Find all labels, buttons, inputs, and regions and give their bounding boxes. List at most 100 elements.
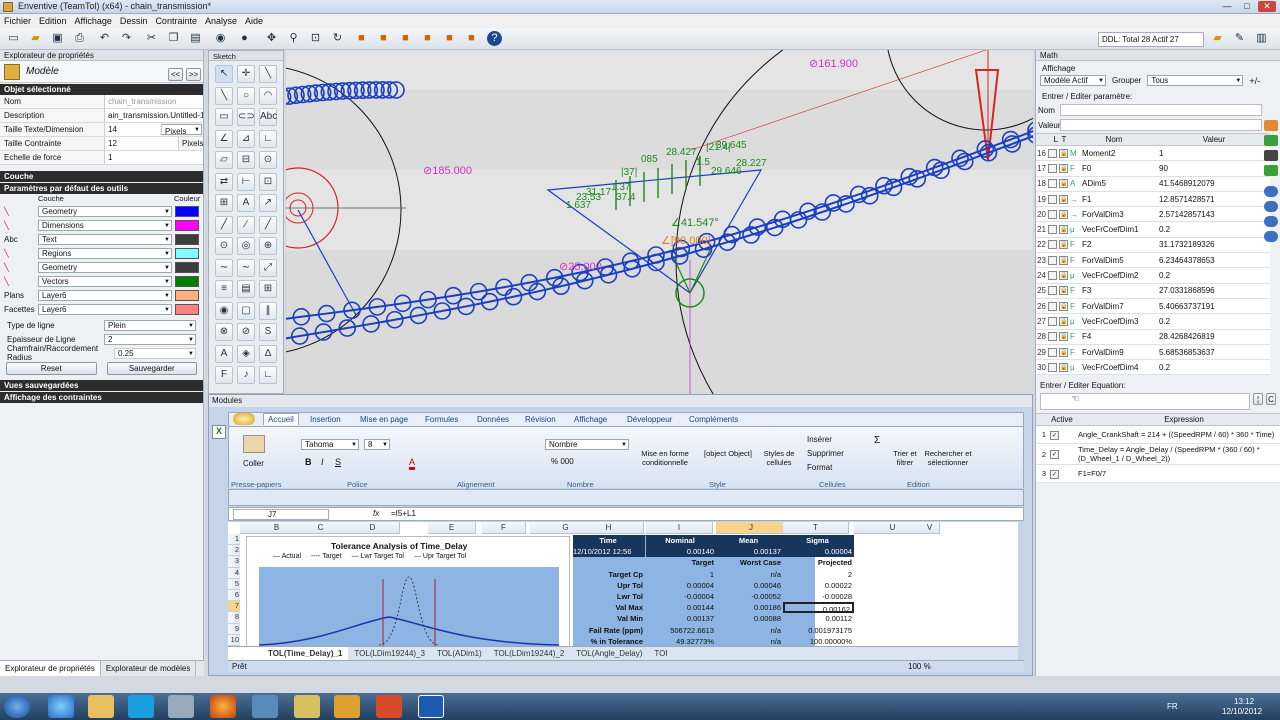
lock-icon[interactable]: 🔒	[1059, 271, 1068, 281]
sheet-tab[interactable]: TOL(Angle_Delay)	[570, 647, 648, 660]
add-param-icon[interactable]: +/-	[1249, 76, 1260, 86]
paste-button[interactable]: Coller	[243, 459, 264, 468]
checkbox[interactable]	[1048, 209, 1057, 219]
param-row[interactable]: 25 🔒 F F3 27.0331868596	[1036, 283, 1270, 299]
param-row[interactable]: 24 🔒 μ VecFrCoefDim2 0.2	[1036, 268, 1270, 284]
open-folder-icon[interactable]: ▰	[28, 31, 43, 46]
sketch-tool-icon[interactable]: ✛	[237, 65, 255, 83]
sketch-tool-icon[interactable]: ⊕	[259, 237, 277, 255]
color-swatch[interactable]	[175, 289, 199, 301]
equation-row[interactable]: 1 ✓ Angle_CrankShaft = 214 + ((SpeedRPM / …	[1036, 426, 1280, 444]
explorer-icon[interactable]	[88, 695, 114, 718]
cut-icon[interactable]: ✂	[144, 31, 159, 46]
record-icon[interactable]: ◉	[213, 31, 228, 46]
table-cell[interactable]: Val Max	[573, 602, 645, 613]
skype-icon[interactable]	[128, 695, 154, 718]
layer-section[interactable]: Couche	[0, 171, 203, 182]
maximize-button[interactable]: □	[1238, 1, 1256, 12]
sketch-tool-icon[interactable]: ∟	[259, 366, 277, 384]
outlook-icon[interactable]	[252, 695, 278, 718]
force-dimension[interactable]: |37|	[621, 167, 637, 178]
table-cell[interactable]: n/a	[716, 625, 783, 636]
sketch-tool-icon[interactable]: ∕	[237, 215, 255, 234]
layer-select[interactable]: Dimensions	[38, 219, 172, 231]
lock-icon[interactable]: 🔒	[1059, 225, 1068, 235]
equation-expression[interactable]: F1=F0/7	[1076, 468, 1280, 479]
tolerance-chart[interactable]: Tolerance Analysis of Time_Delay — Actual…	[246, 536, 570, 646]
force-dimension[interactable]: 085	[641, 154, 658, 165]
cell-styles-button[interactable]: Styles de cellules	[761, 433, 797, 467]
save-defaults-button[interactable]: Sauvegarder	[106, 362, 197, 375]
zoom-level[interactable]: 100 %	[908, 662, 931, 671]
column-header[interactable]: V	[920, 522, 940, 534]
checkbox[interactable]	[1048, 347, 1057, 357]
param-row[interactable]: 28 🔒 F F4 28.4268426819	[1036, 329, 1270, 345]
row-header[interactable]: 6	[228, 590, 240, 602]
table-cell[interactable]: -0.00028	[783, 591, 854, 602]
layer-select[interactable]: Text	[38, 233, 172, 245]
lock-icon[interactable]: 🔒	[1059, 347, 1068, 357]
underline-button[interactable]: S	[335, 457, 341, 467]
sketch-tool-icon[interactable]: ⊿	[237, 129, 255, 148]
table-cell[interactable]: n/a	[716, 569, 783, 580]
color-swatch[interactable]	[175, 261, 199, 273]
format-cells-button[interactable]: Format	[807, 463, 832, 472]
sheet-tab[interactable]: TOL(LDim19244)_2	[488, 647, 571, 660]
sketch-tool-icon[interactable]: ⊞	[215, 194, 233, 212]
ribbon-tab-revision[interactable]: Révision	[525, 415, 556, 424]
selected-object-section[interactable]: Objet sélectionné	[0, 84, 203, 95]
param-value[interactable]: 0.2	[1156, 225, 1270, 234]
enventive-icon[interactable]	[334, 695, 360, 718]
menu-fichier[interactable]: Fichier	[0, 14, 35, 28]
force-dimension[interactable]: 28.227	[736, 158, 767, 169]
name-box[interactable]: J7	[233, 509, 329, 520]
side-stop-icon[interactable]	[1264, 201, 1278, 212]
sketch-tool-icon[interactable]: ∼	[215, 258, 233, 277]
view-back-icon[interactable]: ■	[442, 31, 457, 46]
side-settings-icon[interactable]	[1264, 216, 1278, 227]
param-value[interactable]: 28.4268426819	[1156, 332, 1270, 341]
excel-icon[interactable]: X	[212, 425, 226, 439]
sketch-tool-icon[interactable]: ↗	[259, 194, 277, 212]
layer-select[interactable]: Geometry	[38, 205, 172, 217]
color-swatch[interactable]	[175, 275, 199, 287]
sketch-tool-icon[interactable]: ∼	[237, 258, 255, 277]
percent-button[interactable]: % 000	[551, 457, 574, 466]
dim-angle-41[interactable]: ∠41.547°	[671, 217, 719, 229]
layer-select[interactable]: Vectors	[38, 275, 172, 287]
prop-constraint-size-field[interactable]: 12	[104, 137, 178, 150]
checkbox[interactable]	[1048, 286, 1057, 296]
sheet-tab[interactable]: TOL(LDim19244)_3	[348, 647, 431, 660]
tab-model-explorer[interactable]: Explorateur de modèles	[101, 661, 197, 676]
checkbox[interactable]	[1048, 240, 1057, 250]
sketch-tool-icon[interactable]: Abc	[259, 108, 277, 126]
sketch-tool-icon[interactable]: ⊟	[237, 151, 255, 169]
table-cell[interactable]: 0.00112	[783, 613, 854, 624]
ribbon-tab-donnees[interactable]: Données	[477, 415, 509, 424]
sketch-tool-icon[interactable]: ╲	[259, 65, 277, 83]
lock-icon[interactable]: 🔒	[1059, 148, 1068, 158]
param-row[interactable]: 17 🔒 F F0 90	[1036, 161, 1270, 177]
table-cell[interactable]: Target	[646, 557, 716, 568]
lock-icon[interactable]: 🔒	[1059, 255, 1068, 265]
equation-clear-button[interactable]: C	[1266, 393, 1276, 405]
column-header[interactable]: J	[716, 522, 787, 534]
chamfer-field[interactable]: 0.25	[114, 347, 196, 359]
sketch-tool-icon[interactable]: ▱	[215, 151, 233, 169]
lock-icon[interactable]: 🔒	[1059, 179, 1068, 189]
param-value[interactable]: 1	[1156, 149, 1270, 158]
lock-icon[interactable]: 🔒	[1059, 163, 1068, 173]
table-cell[interactable]: 0.00140	[646, 546, 716, 558]
param-value[interactable]: 41.5468912079	[1156, 179, 1270, 188]
ribbon-tab-insertion[interactable]: Insertion	[310, 415, 341, 424]
param-value[interactable]: 2.57142857143	[1156, 210, 1270, 219]
start-button[interactable]	[4, 695, 30, 718]
param-value[interactable]: 90	[1156, 164, 1270, 173]
table-cell[interactable]: % in Tolerance	[573, 636, 645, 646]
param-row[interactable]: 29 🔒 F ForValDim9 5.68536853637	[1036, 344, 1270, 361]
row-header[interactable]: 9	[228, 623, 240, 635]
table-cell[interactable]: 0.00137	[646, 613, 716, 624]
tab-property-explorer[interactable]: Explorateur de propriétés	[0, 661, 101, 676]
firefox-icon[interactable]	[210, 695, 236, 718]
font-color-button[interactable]: A	[409, 457, 416, 470]
